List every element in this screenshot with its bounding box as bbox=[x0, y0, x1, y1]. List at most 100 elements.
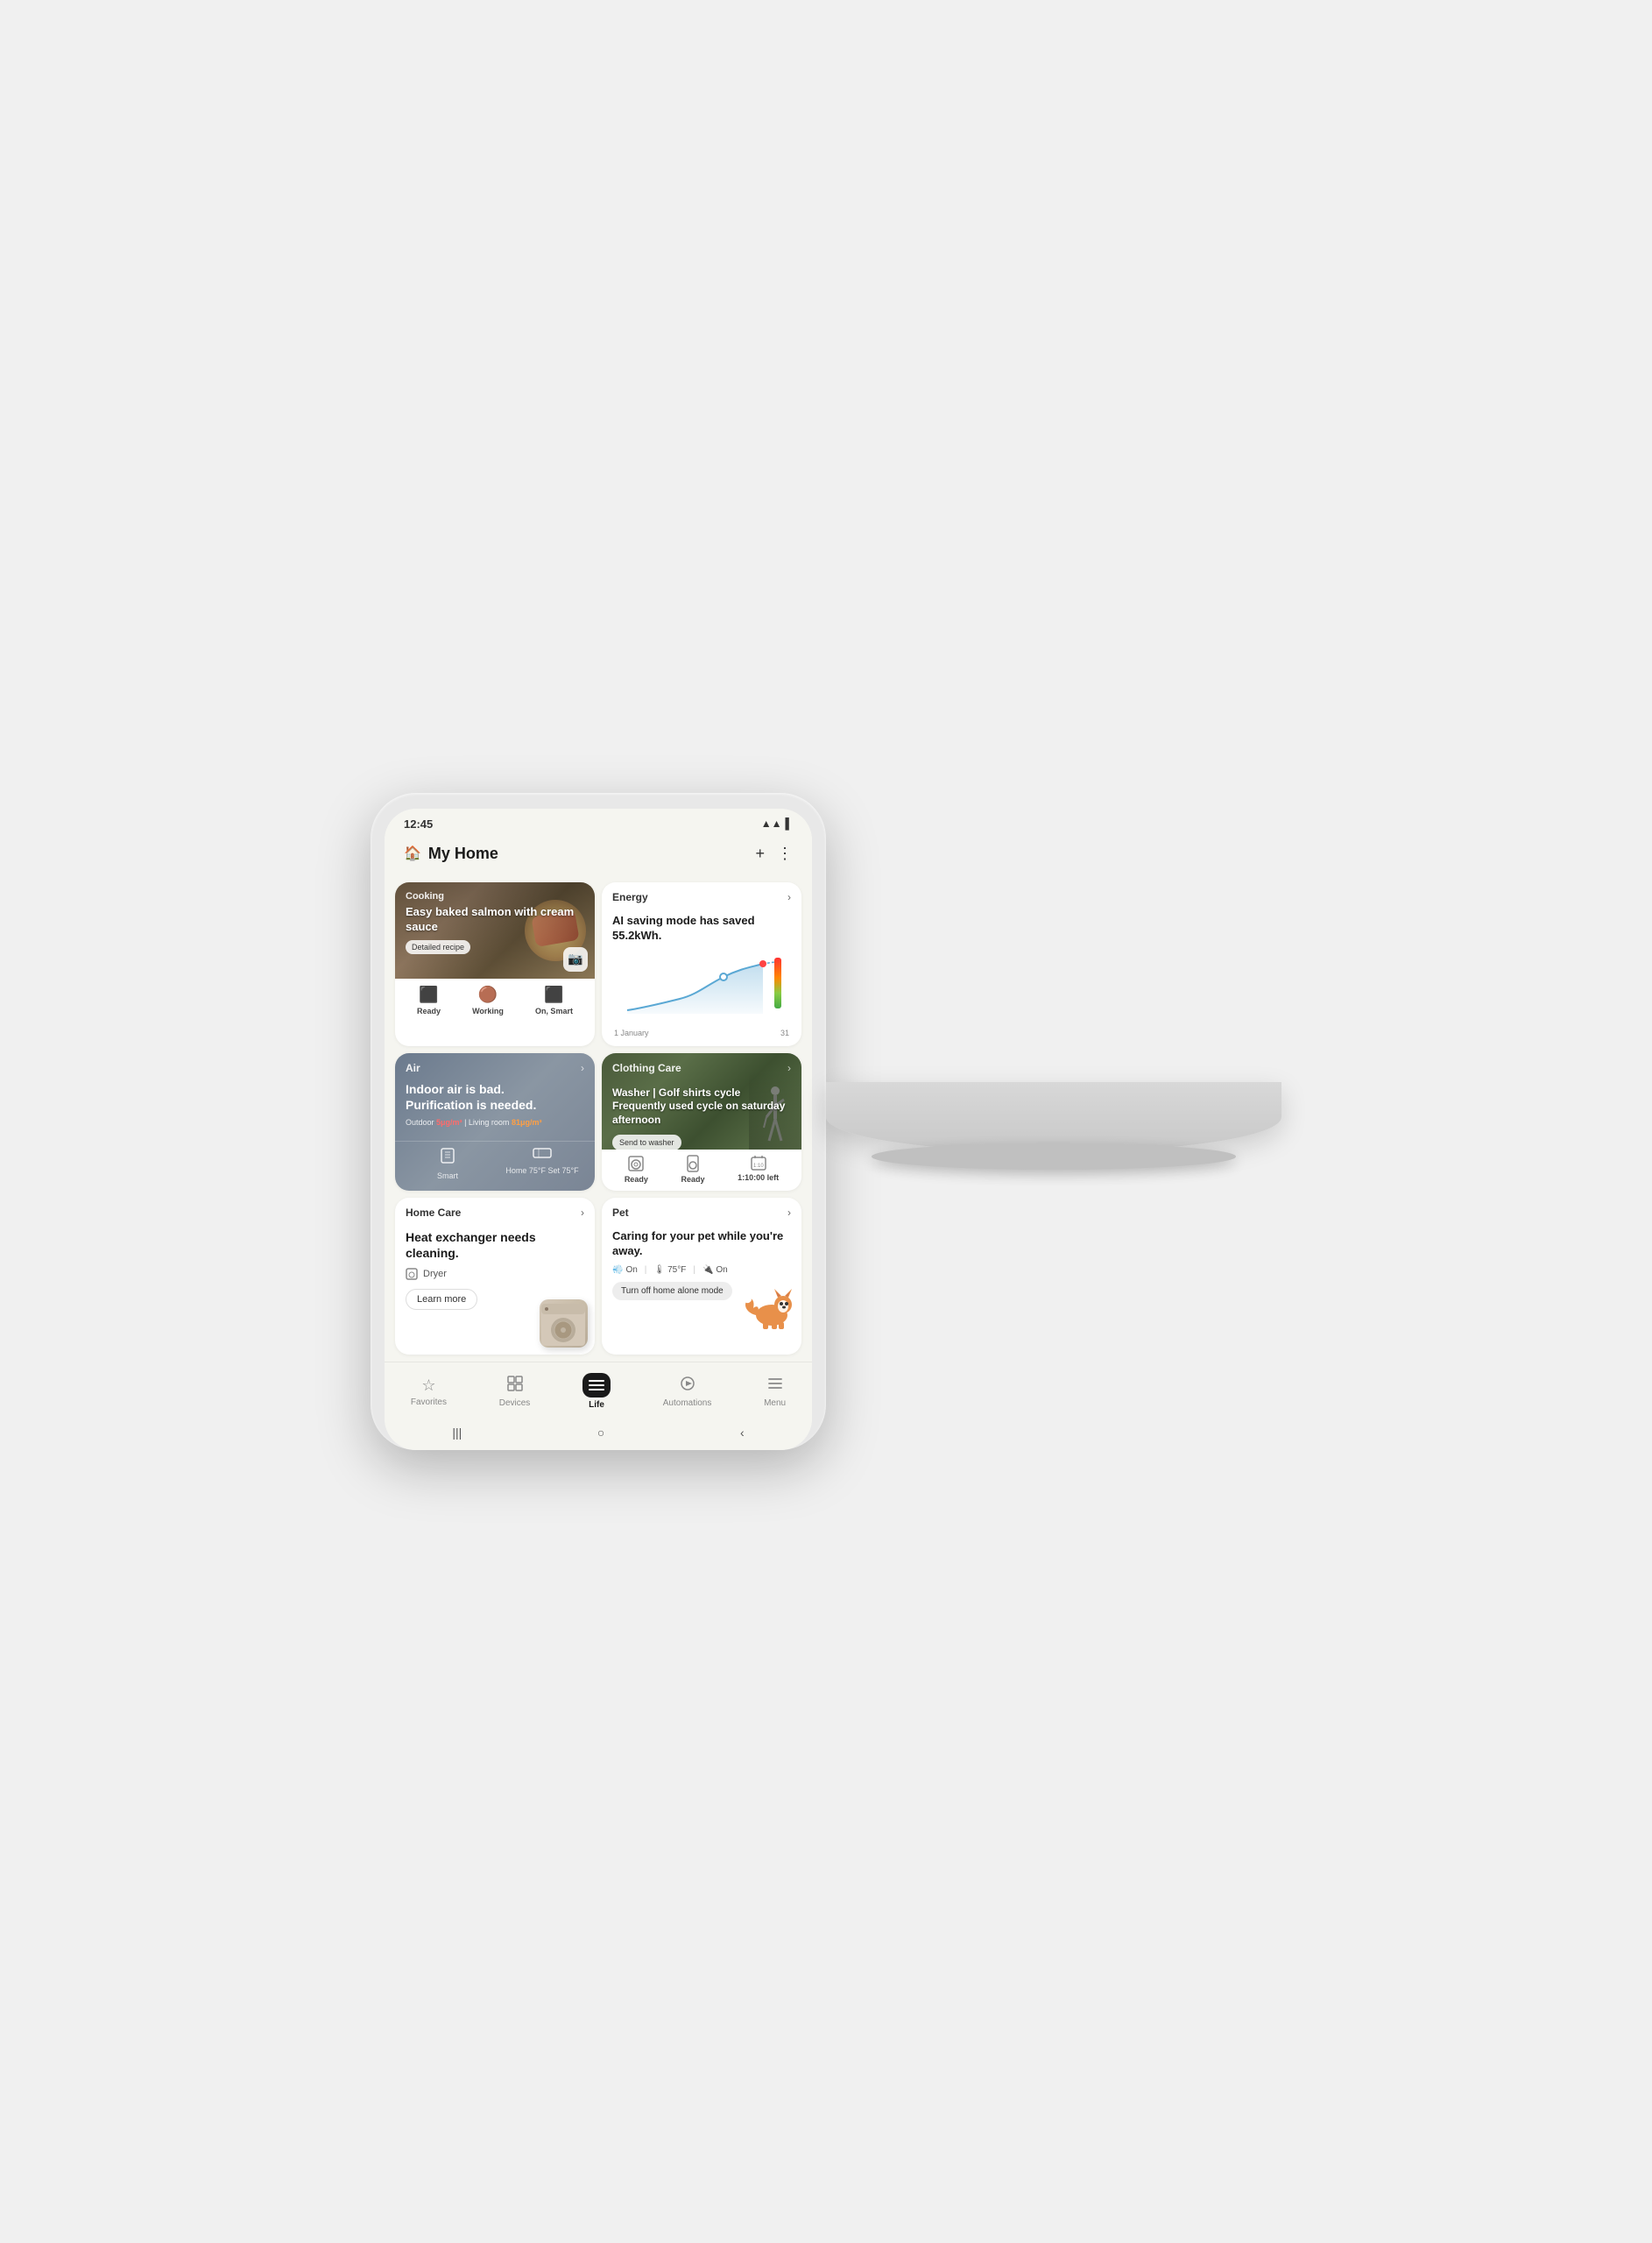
chart-dates: 1 January 31 bbox=[612, 1029, 791, 1037]
temp-status: 75°F bbox=[667, 1265, 686, 1275]
energy-body: AI saving mode has saved 55.2kWh. bbox=[602, 909, 801, 1046]
send-to-washer-button[interactable]: Send to washer bbox=[612, 1135, 681, 1149]
cards-grid: Cooking Easy baked salmon with cream sau… bbox=[385, 875, 812, 1362]
clothing-section-label: Clothing Care bbox=[612, 1062, 681, 1074]
washer-icon-1 bbox=[627, 1155, 645, 1172]
pet-headline: Caring for your pet while you're away. bbox=[612, 1229, 791, 1259]
camera-button[interactable]: 📷 bbox=[563, 947, 588, 972]
turn-off-button[interactable]: Turn off home alone mode bbox=[612, 1282, 732, 1300]
battery-icon: ▌ bbox=[785, 817, 793, 830]
nav-favorites[interactable]: ☆ Favorites bbox=[402, 1375, 455, 1409]
air-body: Indoor air is bad. Purification is neede… bbox=[395, 1078, 595, 1141]
system-navigation: ||| ○ ‹ bbox=[385, 1419, 812, 1450]
cooker-icon: 🟤 bbox=[478, 986, 498, 1004]
ac-status: On bbox=[625, 1265, 637, 1275]
device-item-oven: ⬛ Ready bbox=[417, 986, 441, 1015]
dryer-svg bbox=[540, 1299, 588, 1348]
device-frame: 12:45 ▲▲ ▌ 🏠 My Home + ⋮ bbox=[371, 793, 826, 1450]
thermostat-icon bbox=[533, 1147, 552, 1164]
chart-date-start: 1 January bbox=[614, 1029, 649, 1037]
air-arrow-icon[interactable]: › bbox=[581, 1062, 584, 1074]
timer-status: 1:10:00 left bbox=[738, 1173, 779, 1182]
status-time: 12:45 bbox=[404, 817, 433, 831]
pet-fox-illustration bbox=[741, 1282, 798, 1330]
app-header: 🏠 My Home + ⋮ bbox=[385, 836, 812, 875]
device-item-hood: ⬛ On, Smart bbox=[535, 986, 573, 1015]
favorites-label: Favorites bbox=[411, 1397, 447, 1407]
separator-1: | bbox=[645, 1265, 647, 1275]
homecare-headline: Heat exchanger needs cleaning. bbox=[406, 1229, 584, 1261]
cooking-recipe-title: Easy baked salmon with cream sauce bbox=[406, 905, 584, 935]
purifier-icon bbox=[439, 1147, 456, 1169]
energy-card[interactable]: Energy › AI saving mode has saved 55.2kW… bbox=[602, 882, 801, 1046]
purifier-label: Smart bbox=[437, 1171, 458, 1180]
pet-arrow-icon[interactable]: › bbox=[787, 1206, 791, 1219]
clothing-arrow-icon[interactable]: › bbox=[787, 1062, 791, 1074]
automations-label: Automations bbox=[663, 1398, 712, 1408]
homecare-device-label: Dryer bbox=[423, 1269, 447, 1279]
bottom-navigation: ☆ Favorites Devices bbox=[385, 1362, 812, 1419]
washer-1-status: Ready bbox=[625, 1175, 648, 1184]
energy-section-label: Energy bbox=[612, 891, 648, 903]
homecare-card[interactable]: Home Care › Heat exchanger needs cleanin… bbox=[395, 1198, 595, 1355]
screen: 12:45 ▲▲ ▌ 🏠 My Home + ⋮ bbox=[385, 809, 812, 1450]
pet-section-label: Pet bbox=[612, 1206, 629, 1219]
thermostat-label: Home 75°F Set 75°F bbox=[505, 1166, 578, 1175]
homecare-section-label: Home Care bbox=[406, 1206, 461, 1219]
air-metrics: Outdoor 5μg/m³ | Living room 81μg/m³ bbox=[406, 1118, 584, 1127]
pet-card-header: Pet › bbox=[602, 1198, 801, 1224]
add-button[interactable]: + bbox=[755, 845, 765, 863]
home-icon: 🏠 bbox=[404, 845, 421, 862]
detailed-recipe-badge[interactable]: Detailed recipe bbox=[406, 940, 470, 954]
nav-automations[interactable]: Automations bbox=[654, 1374, 721, 1410]
back-button[interactable]: ‹ bbox=[740, 1426, 745, 1440]
energy-card-header: Energy › bbox=[602, 882, 801, 909]
learn-more-button[interactable]: Learn more bbox=[406, 1289, 477, 1310]
air-card[interactable]: Air › Indoor air is bad. Purification is… bbox=[395, 1053, 595, 1191]
air-section-label: Air bbox=[406, 1062, 420, 1074]
nav-life[interactable]: Life bbox=[574, 1371, 619, 1412]
nav-devices[interactable]: Devices bbox=[491, 1374, 540, 1410]
homecare-card-header: Home Care › bbox=[395, 1198, 595, 1224]
nav-menu[interactable]: Menu bbox=[755, 1374, 794, 1410]
ac-icon: 💨 bbox=[612, 1265, 623, 1275]
clothing-image: Clothing Care › Washer | Golf shirts cyc… bbox=[602, 1053, 801, 1150]
life-label: Life bbox=[589, 1400, 604, 1410]
homecare-arrow-icon[interactable]: › bbox=[581, 1206, 584, 1219]
status-bar: 12:45 ▲▲ ▌ bbox=[385, 809, 812, 836]
dryer-small-icon bbox=[406, 1268, 418, 1280]
menu-nav-icon bbox=[767, 1376, 783, 1396]
cooking-section-label: Cooking bbox=[406, 891, 584, 902]
oven-icon: ⬛ bbox=[419, 986, 438, 1004]
cooker-status: Working bbox=[472, 1007, 504, 1015]
oven-status: Ready bbox=[417, 1007, 441, 1015]
devices-label: Devices bbox=[499, 1398, 531, 1408]
header-right: + ⋮ bbox=[755, 845, 793, 863]
cooking-card[interactable]: Cooking Easy baked salmon with cream sau… bbox=[395, 882, 595, 1046]
device-stand bbox=[826, 1082, 1281, 1152]
clothing-recipe-title: Washer | Golf shirts cycle Frequently us… bbox=[612, 1086, 791, 1128]
cooking-devices: ⬛ Ready 🟤 Working ⬛ On, Smart bbox=[395, 979, 595, 1022]
pet-card[interactable]: Pet › Caring for your pet while you're a… bbox=[602, 1198, 801, 1355]
clothing-header: Clothing Care › bbox=[602, 1053, 801, 1074]
air-device-thermostat: Home 75°F Set 75°F bbox=[498, 1147, 586, 1180]
dryer-device-timer: 1:10 1:10:00 left bbox=[738, 1155, 779, 1184]
menu-button[interactable]: ⋮ bbox=[777, 845, 793, 863]
pet-status-ac: 💨 On bbox=[612, 1265, 638, 1275]
air-device-purifier: Smart bbox=[404, 1147, 491, 1180]
hood-status: On, Smart bbox=[535, 1007, 573, 1015]
energy-subtitle: AI saving mode has saved 55.2kWh. bbox=[612, 914, 791, 944]
clothing-devices: Ready Ready 1:10 bbox=[602, 1150, 801, 1191]
home-button[interactable]: ○ bbox=[597, 1426, 604, 1440]
clothing-card[interactable]: Clothing Care › Washer | Golf shirts cyc… bbox=[602, 1053, 801, 1191]
recent-apps-button[interactable]: ||| bbox=[452, 1426, 462, 1440]
clothing-text-overlay: Washer | Golf shirts cycle Frequently us… bbox=[602, 1078, 801, 1150]
automations-icon bbox=[680, 1376, 695, 1396]
washer-2-status: Ready bbox=[681, 1175, 704, 1184]
homecare-device-row: Dryer bbox=[406, 1268, 584, 1280]
power-status: On bbox=[716, 1265, 727, 1275]
cooking-image: Cooking Easy baked salmon with cream sau… bbox=[395, 882, 595, 979]
energy-arrow-icon[interactable]: › bbox=[787, 891, 791, 903]
pet-status-row: 💨 On | 🌡 75°F | 🔌 On bbox=[612, 1265, 791, 1275]
menu-label: Menu bbox=[764, 1398, 786, 1408]
